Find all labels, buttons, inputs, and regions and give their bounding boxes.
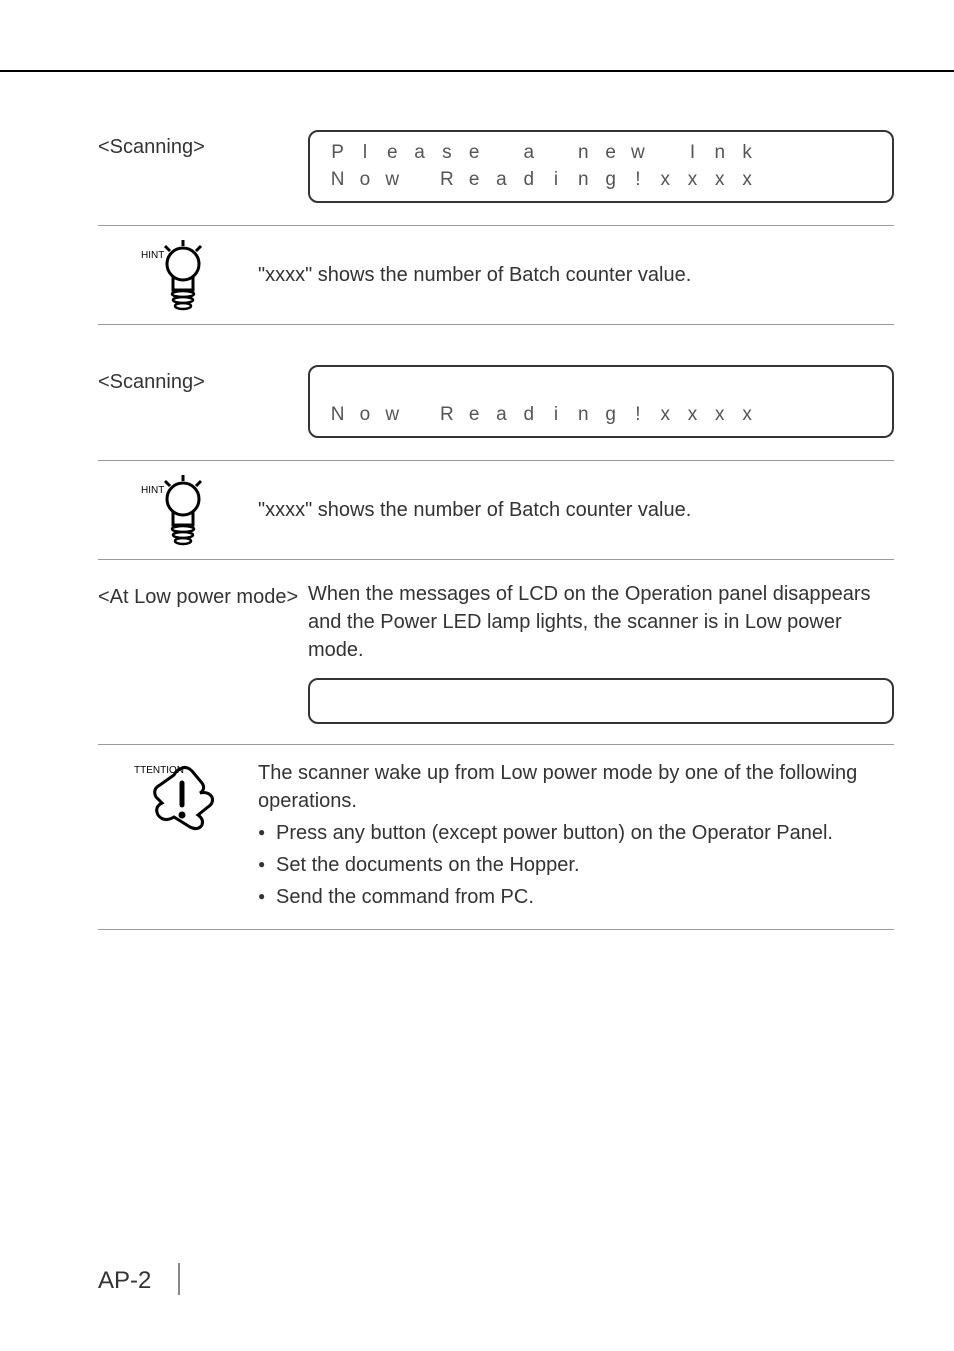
lcd-cell: e	[460, 140, 487, 167]
lcd-cell: !	[624, 167, 651, 194]
lcd-cell: N	[324, 402, 351, 429]
lcd-cell	[406, 167, 433, 194]
scanning-section-1: <Scanning> Please a new Ink Now Reading!…	[98, 130, 894, 203]
lcd-cell: d	[515, 402, 542, 429]
lcd-cell: n	[570, 140, 597, 167]
lcd-cell: a	[406, 140, 433, 167]
lcd-cell: k	[733, 140, 760, 167]
hint-text: "xxxx" shows the number of Batch counter…	[258, 496, 894, 524]
lcd-cell: x	[679, 402, 706, 429]
lcd-cell	[542, 375, 569, 402]
attention-callout: TTENTION The scanner wake up from Low po…	[98, 744, 894, 930]
section-heading: <Scanning>	[98, 365, 308, 394]
lcd-cell	[433, 375, 460, 402]
hint-callout: HINT "xxxx" shows the number of Batch co…	[98, 225, 894, 325]
lcd-cell: o	[351, 402, 378, 429]
lcd-cell: l	[351, 140, 378, 167]
lcd-cell: x	[652, 167, 679, 194]
lcd-cell	[652, 375, 679, 402]
lcd-cell: w	[379, 167, 406, 194]
lcd-cell: x	[706, 167, 733, 194]
lcd-cell	[324, 375, 351, 402]
hint-label: HINT	[141, 250, 164, 261]
page-number-divider	[178, 1263, 180, 1295]
lcd-cell: i	[542, 167, 569, 194]
lcd-cell	[679, 375, 706, 402]
lcd-cell: a	[488, 167, 515, 194]
lcd-cell: x	[652, 402, 679, 429]
lcd-cell	[488, 375, 515, 402]
low-power-section: <At Low power mode> When the messages of…	[98, 580, 894, 724]
hint-lightbulb-icon: HINT	[139, 236, 217, 314]
lcd-cell: d	[515, 167, 542, 194]
hint-lightbulb-icon: HINT	[139, 471, 217, 549]
lcd-cell	[597, 375, 624, 402]
attention-intro: The scanner wake up from Low power mode …	[258, 759, 894, 815]
lcd-cell	[652, 140, 679, 167]
lcd-cell: g	[597, 167, 624, 194]
lcd-cell: n	[570, 402, 597, 429]
lcd-cell	[624, 375, 651, 402]
lcd-cell: n	[706, 140, 733, 167]
page-number: AP-2	[98, 1267, 151, 1295]
lcd-cell	[406, 402, 433, 429]
scanning-section-2: <Scanning> Now Reading!xxxx	[98, 365, 894, 438]
lcd-cell: x	[679, 167, 706, 194]
lcd-cell: s	[433, 140, 460, 167]
lcd-cell: R	[433, 167, 460, 194]
lcd-cell	[542, 140, 569, 167]
lcd-cell	[515, 375, 542, 402]
lcd-cell: g	[597, 402, 624, 429]
section-heading: <Scanning>	[98, 130, 308, 159]
lcd-cell: w	[624, 140, 651, 167]
lcd-display-two-line: Now Reading!xxxx	[308, 365, 894, 438]
attention-text: The scanner wake up from Low power mode …	[258, 759, 894, 915]
bullet-item: Press any button (except power button) o…	[258, 819, 894, 847]
lcd-cell: I	[679, 140, 706, 167]
lcd-cell: x	[733, 167, 760, 194]
lcd-cell	[379, 375, 406, 402]
attention-icon: TTENTION	[134, 761, 222, 833]
lcd-cell: w	[379, 402, 406, 429]
lcd-display-blank	[308, 678, 894, 724]
lcd-cell	[406, 375, 433, 402]
section-heading: <At Low power mode>	[98, 580, 308, 609]
lcd-cell: e	[460, 167, 487, 194]
page-content: <Scanning> Please a new Ink Now Reading!…	[98, 130, 894, 960]
bullet-item: Send the command from PC.	[258, 883, 894, 911]
lcd-cell: N	[324, 167, 351, 194]
bullet-text: Press any button (except power button) o…	[276, 822, 833, 844]
lcd-cell	[460, 375, 487, 402]
hint-text: "xxxx" shows the number of Batch counter…	[258, 261, 894, 289]
lcd-cell: a	[515, 140, 542, 167]
lcd-cell: P	[324, 140, 351, 167]
lcd-cell: R	[433, 402, 460, 429]
lcd-cell: i	[542, 402, 569, 429]
hint-label: HINT	[141, 485, 164, 496]
lcd-cell: e	[597, 140, 624, 167]
bullet-item: Set the documents on the Hopper.	[258, 851, 894, 879]
lcd-cell: a	[488, 402, 515, 429]
lcd-cell	[351, 375, 378, 402]
lcd-cell: e	[379, 140, 406, 167]
lcd-cell: o	[351, 167, 378, 194]
low-power-body: When the messages of LCD on the Operatio…	[308, 580, 894, 664]
lcd-display-two-line: Please a new Ink Now Reading!xxxx	[308, 130, 894, 203]
lcd-cell: x	[706, 402, 733, 429]
lcd-cell	[733, 375, 760, 402]
lcd-cell: e	[460, 402, 487, 429]
attention-bullet-list: Press any button (except power button) o…	[258, 819, 894, 911]
hint-callout: HINT "xxxx" shows the number of Batch co…	[98, 460, 894, 560]
lcd-cell: n	[570, 167, 597, 194]
lcd-cell	[488, 140, 515, 167]
lcd-cell	[706, 375, 733, 402]
lcd-cell: !	[624, 402, 651, 429]
lcd-cell: x	[733, 402, 760, 429]
lcd-cell	[570, 375, 597, 402]
header-rule	[0, 70, 954, 72]
